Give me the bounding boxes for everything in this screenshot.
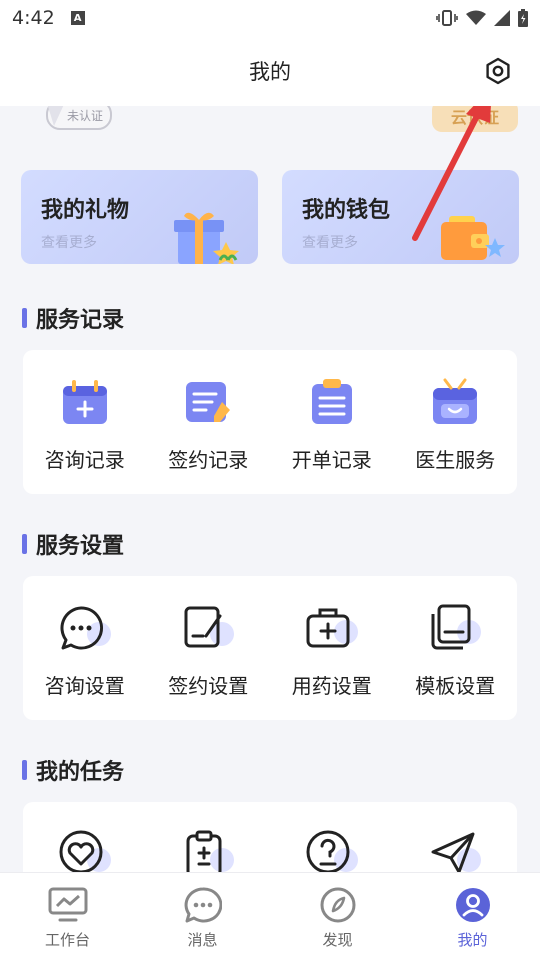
section-marker <box>22 308 27 328</box>
task-item-1[interactable] <box>23 802 147 872</box>
task-item-4[interactable] <box>394 802 518 872</box>
wifi-icon <box>466 10 486 25</box>
task-item-3[interactable] <box>270 802 394 872</box>
page-title: 我的 <box>249 60 291 84</box>
sign-settings-item[interactable]: 签约设置 <box>147 576 271 720</box>
consult-settings-label: 咨询设置 <box>44 674 125 698</box>
tab-mine[interactable]: 我的 <box>405 873 540 960</box>
section-title-text: 服务设置 <box>36 534 125 559</box>
gift-icon <box>174 212 239 264</box>
template-settings-label: 模板设置 <box>415 674 496 698</box>
medicine-settings-label: 用药设置 <box>291 674 372 698</box>
consult-records-label: 咨询记录 <box>44 448 125 472</box>
clipboard-icon <box>311 379 352 424</box>
profile-content[interactable]: 未认证 云认证 我的礼物 查看更多 我的钱包 查看更多 服务记录 咨询记录 签约… <box>0 106 540 872</box>
service-settings-panel: 咨询设置 签约设置 用药设置 模板设置 <box>23 576 517 720</box>
heart-care-icon <box>59 830 111 872</box>
tab-label: 消息 <box>187 931 218 949</box>
section-title-service-records: 服务记录 <box>22 302 124 334</box>
section-marker <box>22 534 27 554</box>
cloud-cert-badge[interactable]: 云认证 <box>432 106 518 132</box>
gift-card[interactable]: 我的礼物 查看更多 <box>21 170 258 264</box>
section-title-text: 服务记录 <box>36 308 125 333</box>
tab-label: 我的 <box>457 931 488 949</box>
question-icon <box>306 830 358 872</box>
settings-icon[interactable] <box>483 56 513 86</box>
medicine-settings-item[interactable]: 用药设置 <box>270 576 394 720</box>
sign-settings-label: 签约设置 <box>168 674 249 698</box>
status-icons <box>436 9 528 27</box>
wallet-card[interactable]: 我的钱包 查看更多 <box>282 170 519 264</box>
status-bar: 4:42 A <box>0 0 540 36</box>
dashboard-icon <box>48 887 87 922</box>
order-records-label: 开单记录 <box>291 448 372 472</box>
tab-workbench[interactable]: 工作台 <box>0 873 135 960</box>
vibrate-icon <box>436 10 458 26</box>
tab-messages[interactable]: 消息 <box>135 873 270 960</box>
tab-discover[interactable]: 发现 <box>270 873 405 960</box>
paper-plane-icon <box>431 832 482 872</box>
page-header: 我的 <box>0 36 540 106</box>
sign-records-label: 签约记录 <box>168 448 249 472</box>
calendar-add-icon <box>62 380 107 424</box>
tab-label: 发现 <box>322 931 353 949</box>
notification-a-icon: A <box>70 11 85 25</box>
template-settings-item[interactable]: 模板设置 <box>394 576 518 720</box>
wallet-icon <box>441 216 505 260</box>
task-item-2[interactable] <box>147 802 271 872</box>
profile-icon <box>455 888 490 922</box>
tab-label: 工作台 <box>44 931 90 949</box>
status-time: 4:42 <box>12 7 55 29</box>
unverified-badge: 未认证 <box>46 106 112 130</box>
section-title-service-settings: 服务设置 <box>22 528 124 560</box>
sign-records-item[interactable]: 签约记录 <box>147 350 271 494</box>
doctor-service-item[interactable]: 医生服务 <box>394 350 518 494</box>
order-records-item[interactable]: 开单记录 <box>270 350 394 494</box>
service-records-panel: 咨询记录 签约记录 开单记录 医生服务 <box>23 350 517 494</box>
message-icon <box>184 887 222 923</box>
signal-icon <box>494 10 510 26</box>
bottom-tab-bar: 工作台 消息 发现 我的 <box>0 872 540 960</box>
doctor-service-icon <box>433 378 478 424</box>
clipboard-plus-minus-icon <box>186 830 235 872</box>
sign-settings-icon <box>184 606 235 648</box>
medicine-kit-icon <box>306 608 358 648</box>
doctor-service-label: 医生服务 <box>415 448 496 472</box>
section-title-my-tasks: 我的任务 <box>22 754 124 786</box>
my-tasks-panel <box>23 802 517 872</box>
chat-settings-icon <box>60 606 111 650</box>
consult-records-item[interactable]: 咨询记录 <box>23 350 147 494</box>
battery-icon <box>518 9 528 27</box>
template-icon <box>431 604 482 650</box>
compass-icon <box>320 887 355 923</box>
signed-document-icon <box>186 382 231 422</box>
section-title-text: 我的任务 <box>36 760 125 785</box>
consult-settings-item[interactable]: 咨询设置 <box>23 576 147 720</box>
section-marker <box>22 760 27 780</box>
